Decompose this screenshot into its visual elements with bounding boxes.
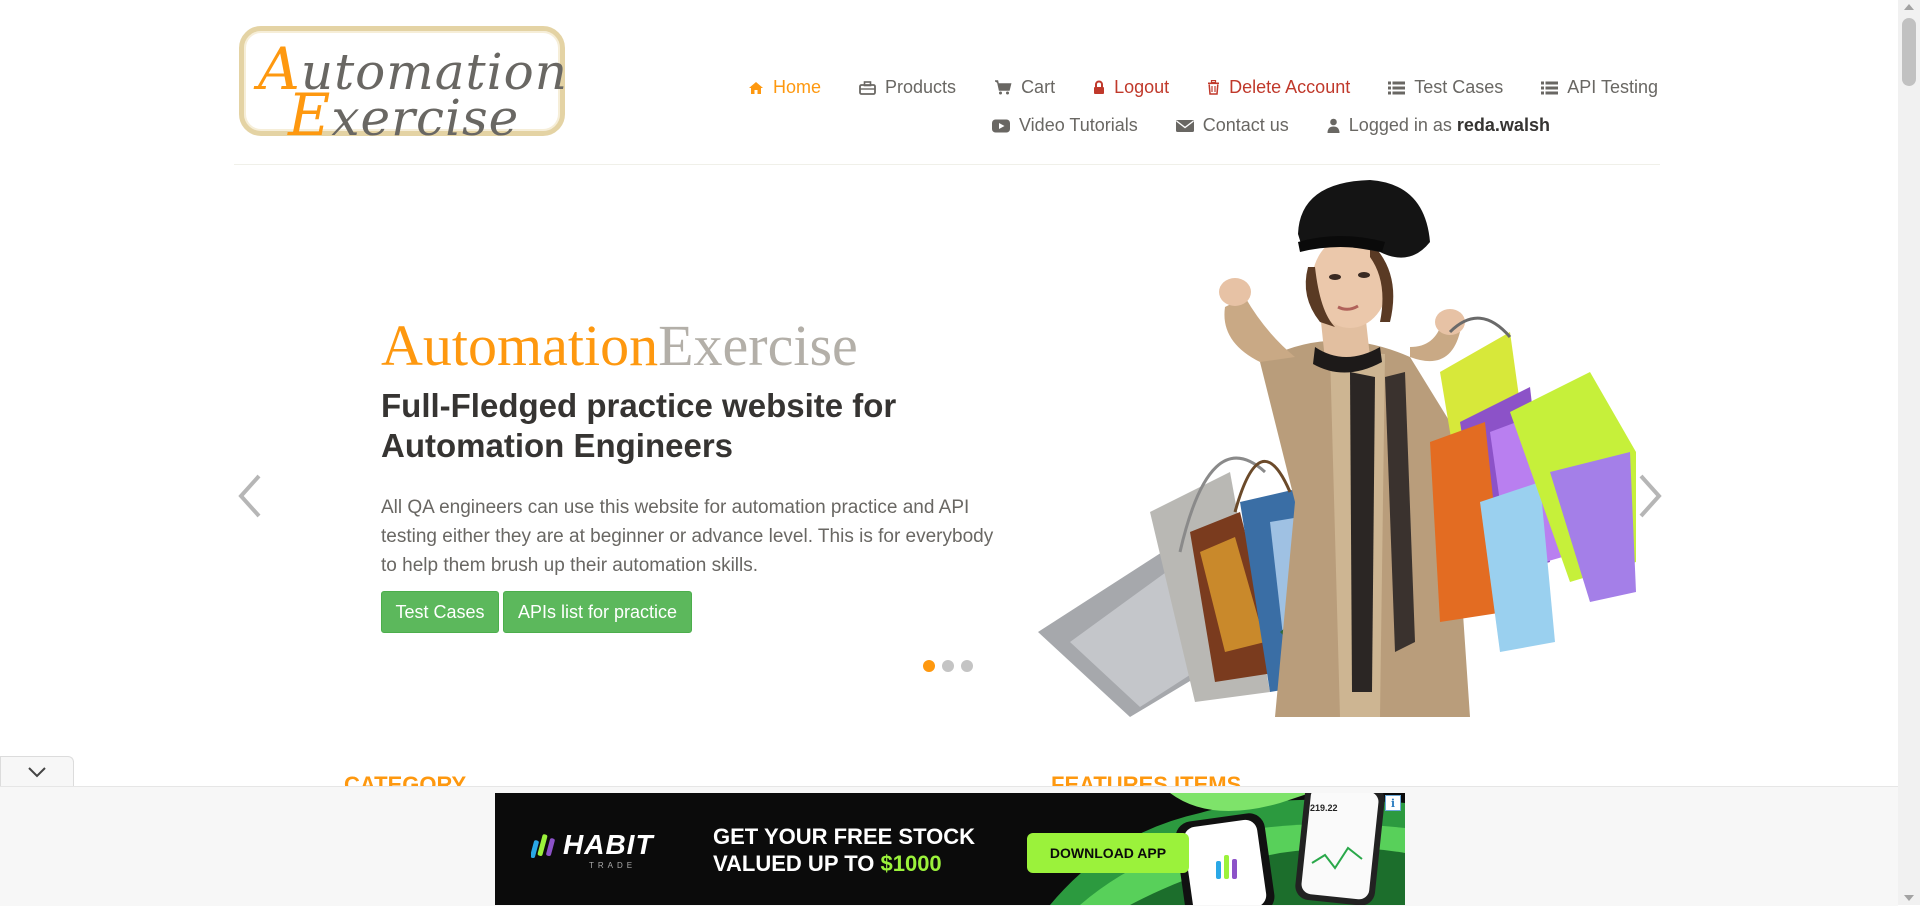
nav-delete-account[interactable]: Delete Account	[1207, 77, 1350, 98]
scroll-up-arrow-icon[interactable]	[1904, 4, 1914, 10]
youtube-play-icon	[992, 119, 1010, 132]
page-scrollbar[interactable]	[1898, 0, 1920, 905]
slider-next-button[interactable]	[1636, 470, 1666, 527]
slider-dot-2[interactable]	[942, 660, 954, 672]
ad-info-icon[interactable]: i	[1385, 795, 1401, 811]
nav-contact-us-label: Contact us	[1202, 115, 1289, 135]
nav-delete-account-label: Delete Account	[1229, 77, 1351, 97]
nav-contact-us[interactable]: Contact us	[1175, 115, 1289, 136]
ad-phone-price: 219.22	[1310, 803, 1338, 813]
nav-row-secondary: Video Tutorials Contact us Logged in as …	[992, 115, 1550, 136]
habit-logo-icon	[531, 834, 555, 859]
scroll-down-arrow-icon[interactable]	[1904, 895, 1914, 901]
nav-home[interactable]: Home	[748, 77, 821, 98]
apis-list-button[interactable]: APIs list for practice	[503, 591, 692, 633]
hero-image-shopping-woman	[1038, 180, 1636, 717]
cart-icon	[995, 80, 1012, 95]
ad-brand-sub: TRADE	[589, 861, 637, 870]
nav-cart[interactable]: Cart	[994, 77, 1055, 98]
nav-logout[interactable]: Logout	[1093, 77, 1169, 98]
logged-in-username: reda.walsh	[1456, 115, 1550, 135]
trash-icon	[1208, 80, 1220, 95]
nav-test-cases-label: Test Cases	[1414, 77, 1504, 97]
test-cases-button[interactable]: Test Cases	[381, 591, 499, 633]
home-icon	[749, 81, 763, 94]
ad-download-app-button[interactable]: DOWNLOAD APP	[1027, 833, 1189, 873]
chevron-right-icon	[1639, 474, 1662, 518]
logo-line-2: Exercise	[288, 81, 520, 149]
nav-products-label: Products	[885, 77, 957, 97]
chevron-down-icon	[28, 767, 46, 778]
slider-description: All QA engineers can use this website fo…	[381, 497, 994, 576]
nav-home-label: Home	[773, 77, 822, 97]
slider-prev-button[interactable]	[234, 470, 264, 527]
nav-api-testing-label: API Testing	[1567, 77, 1658, 97]
ad-brand-name: HABIT	[563, 829, 654, 860]
nav-row-primary: Home Products Cart Logout Delete Account…	[748, 77, 1658, 98]
logged-in-label: Logged in as reda.walsh	[1348, 115, 1550, 135]
nav-test-cases[interactable]: Test Cases	[1388, 77, 1503, 98]
slider-dot-1[interactable]	[923, 660, 935, 672]
user-icon	[1327, 118, 1340, 133]
nav-logout-label: Logout	[1114, 77, 1170, 97]
slider-brand-title: AutomationExercise	[381, 313, 858, 378]
ad-headline: GET YOUR FREE STOCK VALUED UP TO $1000	[713, 824, 976, 876]
scroll-thumb[interactable]	[1902, 18, 1916, 86]
nav-products[interactable]: Products	[859, 77, 956, 98]
chevron-left-icon	[238, 474, 261, 518]
envelope-icon	[1175, 119, 1194, 132]
list-icon	[1541, 81, 1559, 94]
nav-logged-in-user: Logged in as reda.walsh	[1327, 115, 1550, 136]
ad-collapse-toggle[interactable]	[0, 756, 74, 787]
slider-dot-3[interactable]	[961, 660, 973, 672]
slider-indicators	[923, 660, 973, 672]
nav-cart-label: Cart	[1021, 77, 1056, 97]
site-logo[interactable]: Automation Exercise	[239, 26, 567, 149]
nav-video-tutorials-label: Video Tutorials	[1019, 115, 1138, 135]
nav-video-tutorials[interactable]: Video Tutorials	[992, 115, 1138, 136]
lock-icon	[1094, 80, 1105, 94]
briefcase-icon	[859, 80, 876, 95]
list-icon	[1388, 81, 1406, 94]
ad-banner-habit-trade[interactable]: HABIT TRADE GET YOUR FREE STOCK VALUED U…	[495, 793, 1405, 905]
header-divider	[234, 164, 1660, 165]
slider-headline: Full-Fledged practice website for Automa…	[381, 387, 897, 464]
ad-brand-logo: HABIT TRADE	[531, 829, 654, 870]
nav-api-testing[interactable]: API Testing	[1541, 77, 1658, 98]
